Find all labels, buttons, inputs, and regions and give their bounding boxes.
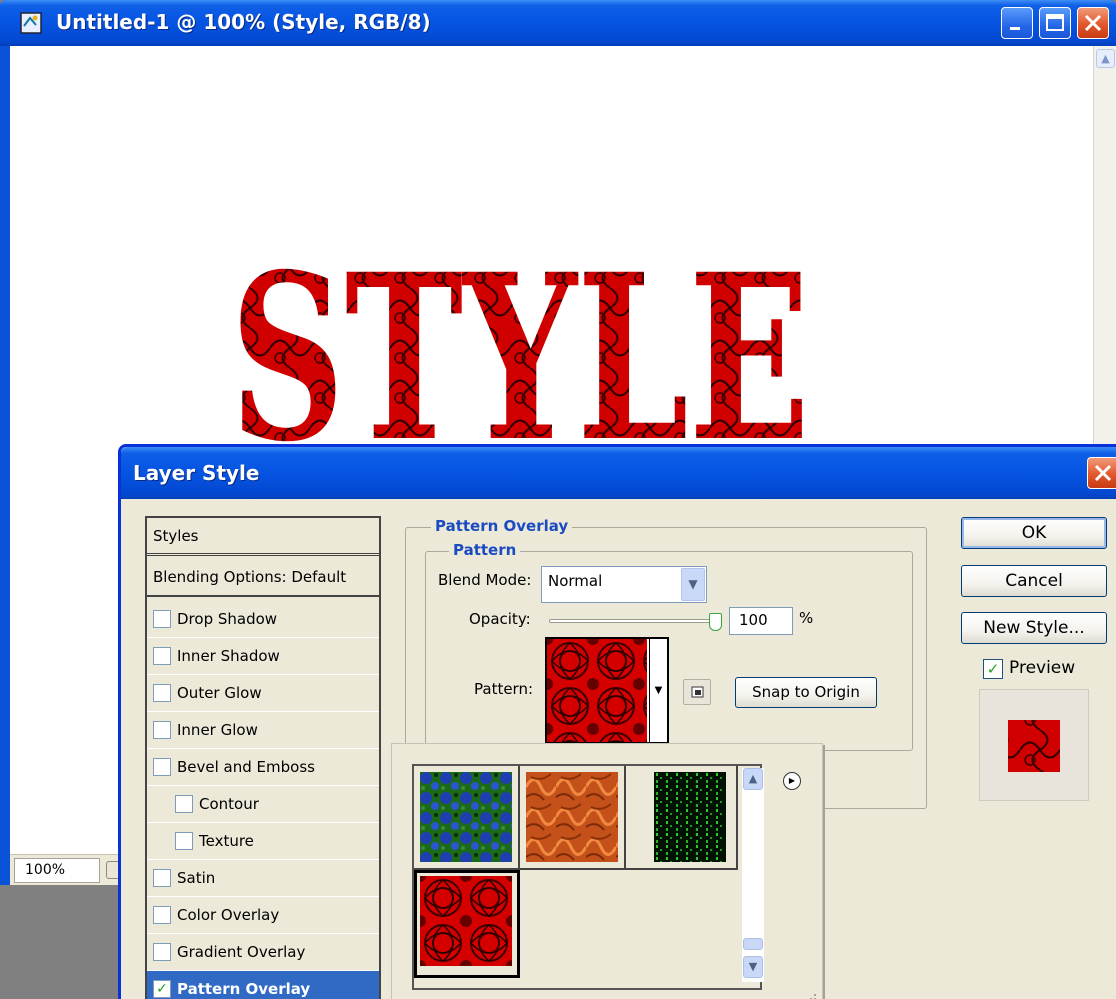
style-item-checkbox[interactable] — [175, 832, 193, 850]
style-item-label: Drop Shadow — [177, 610, 278, 628]
style-item-inner-glow[interactable]: Inner Glow — [147, 712, 379, 749]
blend-mode-value: Normal — [548, 572, 603, 590]
pattern-picker-grid — [412, 764, 762, 990]
style-item-gradient-overlay[interactable]: Gradient Overlay — [147, 934, 379, 971]
style-item-checkbox[interactable] — [175, 795, 193, 813]
resize-grip-icon[interactable] — [802, 992, 818, 999]
style-item-checkbox[interactable] — [153, 943, 171, 961]
style-item-texture[interactable]: Texture — [147, 823, 379, 860]
style-item-checkbox[interactable] — [153, 758, 171, 776]
pattern-swatch-orange-swirl[interactable] — [520, 766, 626, 870]
new-style-button[interactable]: New Style... — [961, 612, 1107, 644]
blending-options-label: Blending Options: Default — [153, 568, 347, 586]
style-item-label: Contour — [199, 795, 259, 813]
blend-mode-label: Blend Mode: — [438, 571, 532, 589]
pattern-overlay-title: Pattern Overlay — [431, 517, 573, 535]
picker-menu-arrow-icon[interactable]: ▶ — [783, 772, 801, 790]
style-preview-thumbnail — [1008, 720, 1060, 772]
document-title: Untitled-1 @ 100% (Style, RGB/8) — [56, 10, 431, 34]
styles-header[interactable]: Styles — [147, 518, 379, 556]
style-item-label: Outer Glow — [177, 684, 262, 702]
blue-green-pattern-thumb — [420, 772, 512, 862]
styles-list: Styles Blending Options: Default Drop Sh… — [145, 516, 381, 999]
pattern-dropdown-button[interactable]: ▼ — [649, 637, 669, 744]
style-item-drop-shadow[interactable]: Drop Shadow — [147, 601, 379, 638]
dialog-title: Layer Style — [133, 461, 260, 485]
style-item-bevel-and-emboss[interactable]: Bevel and Emboss — [147, 749, 379, 786]
close-button[interactable] — [1077, 7, 1109, 39]
pattern-swatch-green-matrix[interactable] — [626, 766, 738, 870]
opacity-slider[interactable] — [549, 619, 719, 623]
preview-label: Preview — [1009, 658, 1076, 678]
style-item-label: Texture — [199, 832, 254, 850]
style-text-artwork: STYLE — [230, 248, 810, 448]
new-preset-icon — [691, 686, 704, 698]
style-item-label: Inner Glow — [177, 721, 258, 739]
zoom-level-field[interactable]: 100% — [14, 858, 100, 883]
style-preview-box — [979, 689, 1089, 801]
style-item-checkbox[interactable] — [153, 721, 171, 739]
close-icon — [1084, 14, 1102, 32]
document-title-bar[interactable]: Untitled-1 @ 100% (Style, RGB/8) — [0, 0, 1116, 46]
minimize-icon — [1010, 27, 1020, 30]
ok-button[interactable]: OK — [961, 517, 1107, 549]
minimize-button[interactable] — [1001, 7, 1033, 39]
style-item-label: Pattern Overlay — [177, 980, 311, 998]
opacity-slider-thumb[interactable] — [709, 613, 722, 631]
scroll-up-icon[interactable]: ▲ — [743, 768, 763, 790]
preview-checkbox[interactable]: ✓ — [983, 659, 1003, 679]
chevron-down-icon: ▼ — [681, 568, 705, 601]
style-item-contour[interactable]: Contour — [147, 786, 379, 823]
scroll-up-icon[interactable]: ▲ — [1096, 49, 1115, 68]
close-icon — [1094, 464, 1112, 482]
cancel-button[interactable]: Cancel — [961, 565, 1107, 597]
style-item-label: Gradient Overlay — [177, 943, 306, 961]
opacity-input[interactable]: 100 — [729, 607, 793, 635]
maximize-button[interactable] — [1039, 7, 1071, 39]
checkmark-icon: ✓ — [986, 660, 1000, 678]
caret-down-icon: ▼ — [654, 685, 663, 696]
style-item-color-overlay[interactable]: Color Overlay — [147, 897, 379, 934]
style-item-label: Inner Shadow — [177, 647, 280, 665]
style-item-label: Satin — [177, 869, 216, 887]
style-item-checkbox[interactable] — [153, 684, 171, 702]
pattern-picker-popup: ▲ ▼ ▶ — [391, 743, 823, 999]
style-item-checkbox[interactable] — [153, 906, 171, 924]
style-item-satin[interactable]: Satin — [147, 860, 379, 897]
scroll-thumb[interactable] — [743, 938, 763, 950]
blend-mode-select[interactable]: Normal ▼ — [541, 566, 707, 603]
snap-to-origin-button[interactable]: Snap to Origin — [735, 677, 877, 708]
blending-options-row[interactable]: Blending Options: Default — [147, 559, 379, 597]
pattern-swatch-red-pattern[interactable] — [414, 870, 520, 978]
style-item-checkbox[interactable]: ✓ — [153, 980, 171, 998]
scroll-down-icon[interactable]: ▼ — [743, 956, 763, 978]
pattern-subgroup-title: Pattern — [449, 541, 521, 559]
pattern-label: Pattern: — [474, 680, 534, 698]
create-preset-icon[interactable] — [683, 679, 711, 705]
dialog-close-button[interactable] — [1087, 457, 1116, 489]
red-pattern-thumb — [420, 876, 512, 966]
pattern-swatch-blue-green[interactable] — [414, 766, 520, 870]
style-item-pattern-overlay[interactable]: ✓ Pattern Overlay — [147, 971, 379, 999]
pattern-swatch-preview — [547, 639, 647, 742]
screen: { "document_window": { "title": "Untitle… — [0, 0, 1116, 999]
photoshop-document-icon — [20, 12, 42, 34]
layer-style-dialog: Layer Style Styles Blending Options: Def… — [118, 444, 1116, 999]
canvas-style-text: STYLE — [230, 248, 810, 448]
orange-swirl-pattern-thumb — [526, 772, 618, 862]
opacity-label: Opacity: — [469, 610, 531, 628]
dialog-title-bar[interactable]: Layer Style — [121, 447, 1116, 499]
style-item-label: Color Overlay — [177, 906, 280, 924]
style-item-inner-shadow[interactable]: Inner Shadow — [147, 638, 379, 675]
style-item-checkbox[interactable] — [153, 647, 171, 665]
style-item-checkbox[interactable] — [153, 610, 171, 628]
maximize-icon — [1046, 14, 1064, 31]
style-item-label: Bevel and Emboss — [177, 758, 315, 776]
opacity-unit: % — [799, 609, 814, 627]
picker-scrollbar[interactable]: ▲ ▼ — [742, 768, 764, 982]
styles-header-label: Styles — [153, 527, 199, 545]
green-matrix-pattern-thumb — [654, 772, 726, 862]
style-item-checkbox[interactable] — [153, 869, 171, 887]
style-item-outer-glow[interactable]: Outer Glow — [147, 675, 379, 712]
